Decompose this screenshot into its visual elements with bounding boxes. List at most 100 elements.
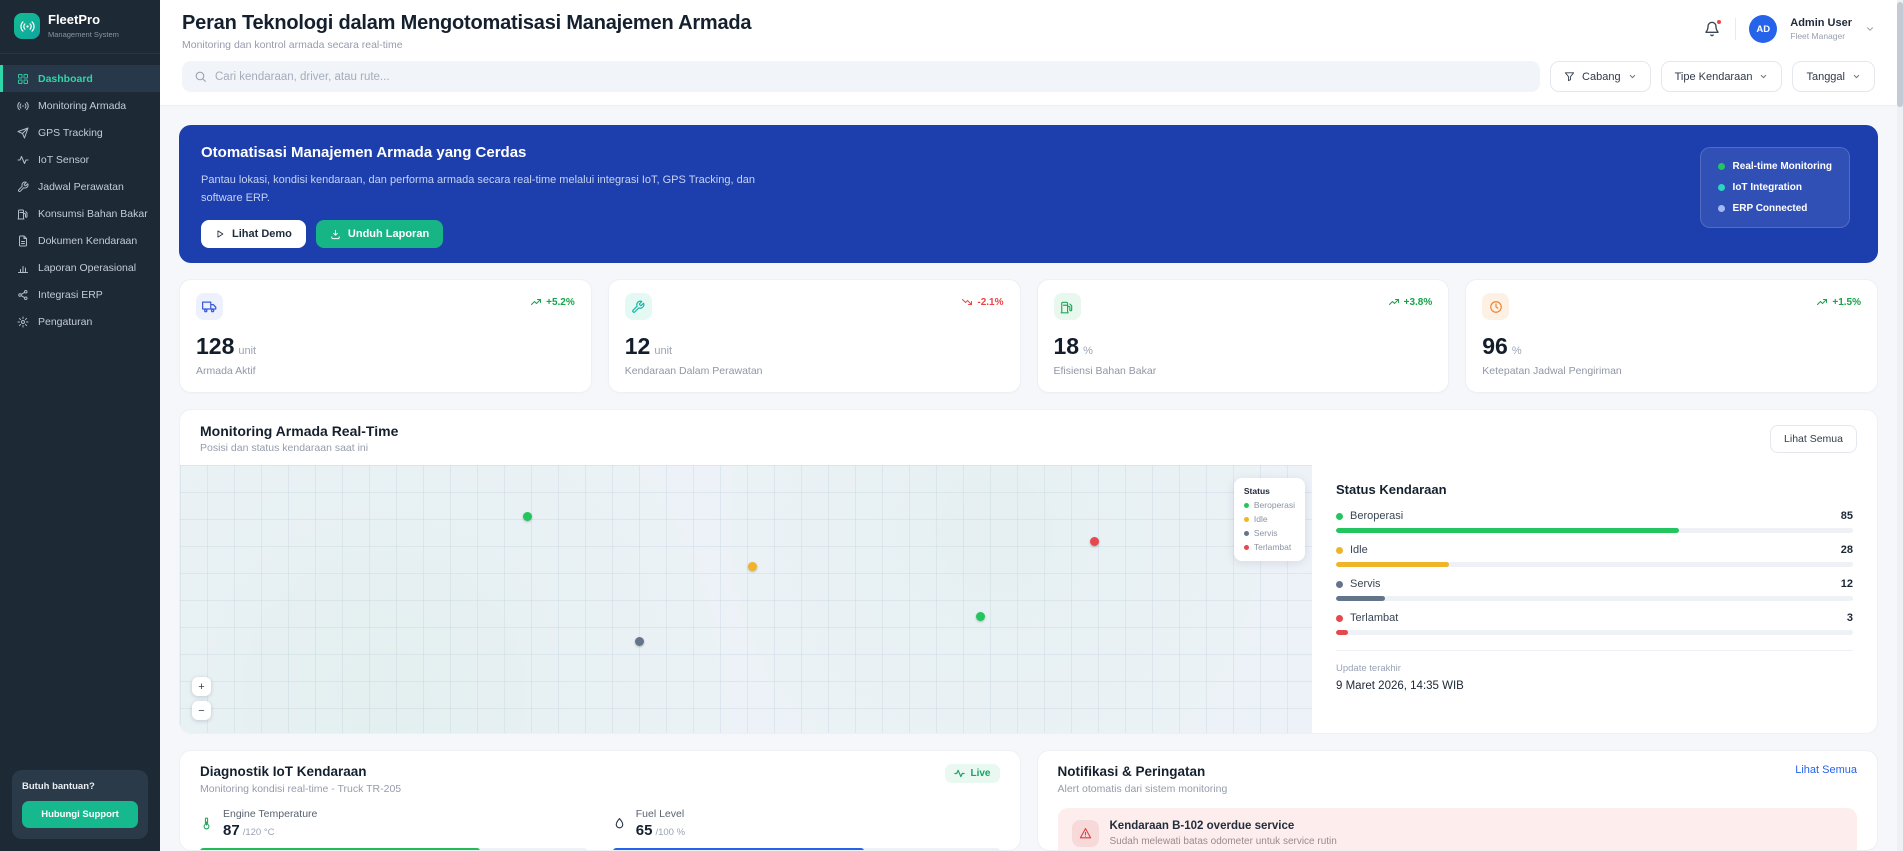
live-badge: Live — [945, 764, 1000, 783]
sidebar: FleetPro Management System Dashboard Mon… — [0, 0, 160, 851]
search-box[interactable] — [182, 61, 1541, 92]
scrollbar-thumb[interactable] — [1897, 2, 1903, 107]
stats-row: +5.2% 128 unit Armada Aktif -2.1% 12 uni… — [179, 279, 1878, 393]
sidebar-item-konsumsi-bahan-bakar[interactable]: Konsumsi Bahan Bakar — [0, 200, 160, 227]
map-zoom-in-button[interactable]: + — [192, 677, 211, 696]
sidebar-item-iot-sensor[interactable]: IoT Sensor — [0, 146, 160, 173]
hero-description: Pantau lokasi, kondisi kendaraan, dan pe… — [201, 174, 755, 205]
status-dot — [1717, 163, 1725, 170]
stat-label: Ketepatan Jadwal Pengiriman — [1482, 365, 1622, 377]
vehicle-marker-terlambat[interactable] — [1090, 537, 1100, 547]
last-update-label: Update terakhir — [1336, 663, 1401, 674]
filter-tanggal-button[interactable]: Tanggal — [1792, 61, 1875, 92]
panel-title: Status Kendaraan — [1336, 482, 1447, 497]
vehicle-marker-idle[interactable] — [748, 562, 758, 572]
filter-cabang-button[interactable]: Cabang — [1550, 61, 1651, 92]
trend-badge: +1.5% — [1816, 296, 1861, 308]
gauge-label: Fuel Level — [635, 808, 685, 820]
monitoring-title: Monitoring Armada Real-Time — [200, 423, 399, 439]
gauge-value: 65/100 % — [635, 822, 686, 839]
broadcast-icon — [17, 101, 29, 110]
scrollbar[interactable] — [1897, 0, 1903, 851]
status-dot — [1336, 580, 1343, 588]
view-all-link[interactable]: Lihat Semua — [1795, 764, 1857, 776]
document-icon — [19, 235, 27, 246]
status-dot — [1717, 184, 1725, 191]
status-row-servis: Servis 12 — [1336, 578, 1853, 601]
status-dot — [1336, 614, 1343, 622]
thermometer-icon — [203, 817, 210, 830]
legend-item-servis: Servis — [1243, 528, 1295, 538]
stat-label: Efisiensi Bahan Bakar — [1053, 365, 1157, 377]
stat-unit: unit — [654, 345, 673, 357]
vehicle-marker-servis[interactable] — [635, 636, 645, 646]
topbar: Peran Teknologi dalam Mengotomatisasi Ma… — [160, 0, 1903, 56]
sidebar-item-dokumen-kendaraan[interactable]: Dokumen Kendaraan — [0, 227, 160, 254]
fleet-map[interactable]: Status Beroperasi Idle Servis Terlambat … — [180, 465, 1312, 733]
trend-badge: +5.2% — [530, 296, 575, 308]
trend-up-icon — [1388, 299, 1399, 305]
sidebar-nav: Dashboard Monitoring Armada GPS Tracking… — [0, 54, 160, 335]
sidebar-item-dashboard[interactable]: Dashboard — [0, 65, 160, 92]
filter-tipe-kendaraan-button[interactable]: Tipe Kendaraan — [1660, 61, 1783, 92]
lihat-demo-button[interactable]: Lihat Demo — [201, 220, 306, 249]
progress-track — [1336, 596, 1853, 601]
stat-value: 96 — [1482, 333, 1508, 359]
notifications-card: Notifikasi & Peringatan Alert otomatis d… — [1036, 750, 1878, 851]
legend-item-idle: Idle — [1243, 514, 1295, 524]
stat-label: Armada Aktif — [196, 365, 256, 377]
trend-up-icon — [1817, 299, 1828, 305]
status-dot — [1243, 530, 1249, 536]
diagnostics-title: Diagnostik IoT Kendaraan — [200, 764, 367, 779]
notifications-bell[interactable] — [1702, 19, 1723, 39]
vehicle-marker-beroperasi[interactable] — [522, 511, 532, 521]
sidebar-item-laporan-operasional[interactable]: Laporan Operasional — [0, 254, 160, 281]
contact-support-button[interactable]: Hubungi Support — [22, 801, 138, 828]
share-nodes-icon — [18, 289, 28, 300]
stat-value: 18 — [1053, 333, 1080, 359]
sidebar-item-gps-tracking[interactable]: GPS Tracking — [0, 119, 160, 146]
search-input[interactable] — [215, 70, 1529, 83]
sidebar-item-monitoring-armada[interactable]: Monitoring Armada — [0, 92, 160, 119]
trend-badge: +3.8% — [1388, 296, 1432, 308]
alert-overdue-service[interactable]: Kendaraan B-102 overdue service Sudah me… — [1057, 808, 1857, 850]
chevron-down-icon[interactable] — [1865, 24, 1875, 34]
divider — [1336, 650, 1853, 651]
chevron-down-icon — [1629, 74, 1635, 79]
stat-unit: % — [1083, 345, 1093, 357]
status-row-idle: Idle 28 — [1336, 544, 1853, 567]
wrench-icon — [624, 293, 652, 320]
progress-track — [1336, 528, 1853, 533]
gauge-engine-temperature: Engine Temperature 87/120 °C — [200, 808, 587, 850]
feature-realtime-monitoring: Real-time Monitoring — [1717, 161, 1832, 172]
stat-label: Kendaraan Dalam Perawatan — [624, 365, 763, 377]
download-icon — [331, 229, 340, 239]
help-card: Butuh bantuan? Hubungi Support — [12, 770, 148, 839]
sidebar-item-integrasi-erp[interactable]: Integrasi ERP — [0, 281, 160, 308]
wrench-icon — [17, 181, 29, 192]
search-filter-row: Cabang Tipe Kendaraan Tanggal — [160, 56, 1903, 106]
clock-icon — [1482, 293, 1510, 320]
sidebar-item-pengaturan[interactable]: Pengaturan — [0, 308, 160, 335]
status-row-beroperasi: Beroperasi 85 — [1336, 510, 1853, 533]
hero-banner: Otomatisasi Manajemen Armada yang Cerdas… — [179, 125, 1878, 263]
brand-name: FleetPro — [48, 12, 101, 28]
unduh-laporan-button[interactable]: Unduh Laporan — [315, 220, 444, 249]
fuel-pump-icon — [1053, 293, 1081, 320]
map-zoom-out-button[interactable]: − — [192, 701, 211, 720]
status-row-terlambat: Terlambat 3 — [1336, 612, 1853, 635]
avatar[interactable]: AD — [1749, 15, 1778, 43]
vehicle-marker-beroperasi[interactable] — [975, 611, 985, 621]
gauge-suffix: /120 °C — [242, 827, 275, 838]
view-all-button[interactable]: Lihat Semua — [1770, 424, 1857, 453]
alert-description: Sudah melewati batas odometer untuk serv… — [1109, 836, 1337, 847]
stat-value: 12 — [624, 333, 651, 359]
brand-tagline: Management System — [48, 29, 119, 39]
stat-card-efisiensi-bahan-bakar: +3.8% 18 % Efisiensi Bahan Bakar — [1036, 279, 1450, 393]
chevron-down-icon — [1853, 74, 1860, 79]
sidebar-item-jadwal-perawatan[interactable]: Jadwal Perawatan — [0, 173, 160, 200]
notifications-subtitle: Alert otomatis dari sistem monitoring — [1057, 783, 1228, 795]
status-count: 85 — [1840, 510, 1853, 522]
gauge-suffix: /100 % — [655, 827, 686, 838]
alert-title: Kendaraan B-102 overdue service — [1109, 820, 1295, 832]
